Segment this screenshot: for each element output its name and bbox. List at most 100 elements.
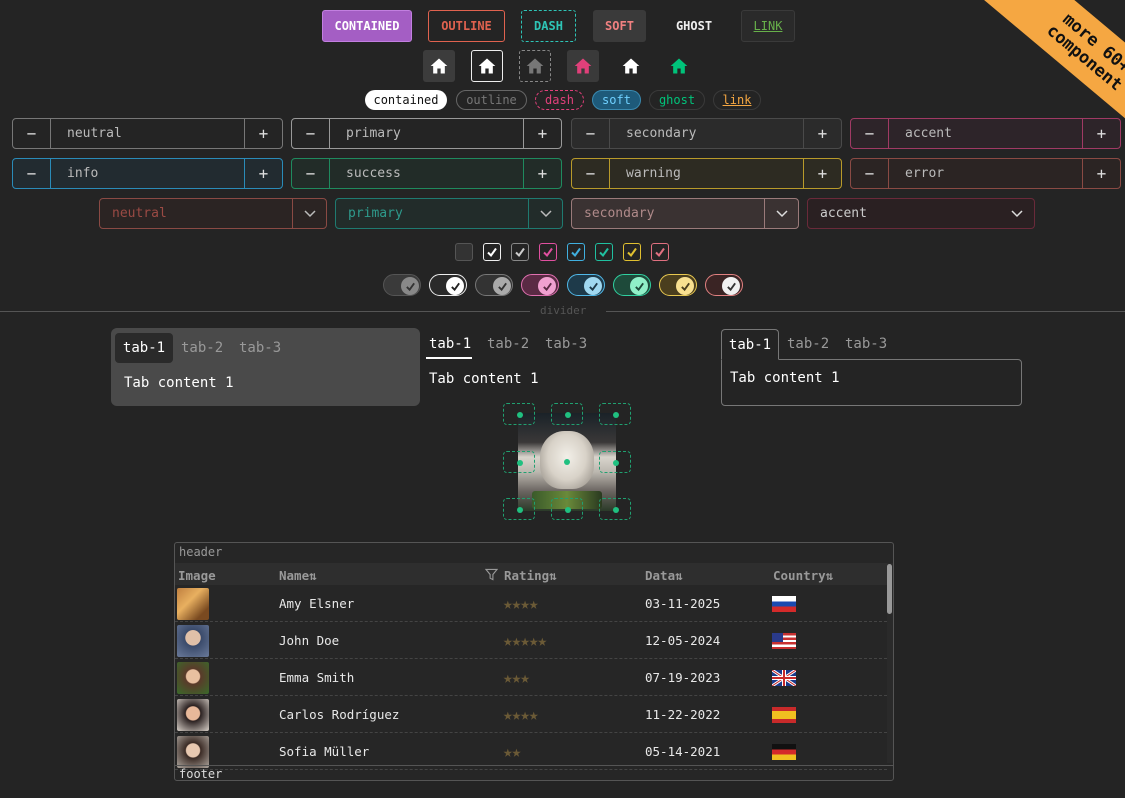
resize-handle-nw[interactable] (503, 403, 535, 425)
decrement-button[interactable]: − (13, 119, 51, 148)
resize-handle-center[interactable] (551, 451, 583, 473)
table-row[interactable]: Carlos Rodríguez ★★★★ 11-22-2022 (175, 696, 887, 733)
home-button-outline[interactable] (471, 50, 503, 82)
toggle-green[interactable] (613, 274, 651, 296)
scrollbar-thumb[interactable] (887, 564, 892, 614)
rating-stars[interactable]: ★★★★ (503, 585, 539, 622)
chip-dash[interactable]: dash (535, 90, 584, 110)
resize-handle-se[interactable] (599, 498, 631, 520)
stepper-info[interactable]: − info + (12, 158, 283, 189)
dash-button[interactable]: DASH (521, 10, 576, 42)
table-row[interactable]: John Doe ★★★★★ 12-05-2024 (175, 622, 887, 659)
decrement-button[interactable]: − (851, 119, 889, 148)
increment-button[interactable]: + (803, 159, 841, 188)
tab-1[interactable]: tab-1 (429, 336, 471, 352)
column-header-data[interactable]: Data⇅ (645, 565, 683, 585)
increment-button[interactable]: + (803, 119, 841, 148)
tab-2[interactable]: tab-2 (487, 336, 529, 352)
checkbox-blue[interactable] (567, 243, 585, 261)
toggle-pink[interactable] (521, 274, 559, 296)
decrement-button[interactable]: − (13, 159, 51, 188)
chip-link[interactable]: link (713, 90, 761, 110)
stepper-accent[interactable]: − accent + (850, 118, 1121, 149)
soft-button[interactable]: SOFT (593, 10, 646, 42)
filter-icon[interactable] (484, 568, 499, 581)
chevron-down-icon[interactable] (1000, 199, 1034, 228)
stepper-secondary[interactable]: − secondary + (571, 118, 842, 149)
tab-1[interactable]: tab-1 (115, 333, 173, 363)
chip-outline[interactable]: outline (456, 90, 527, 110)
column-header-rating[interactable]: Rating⇅ (504, 565, 557, 585)
tab-3[interactable]: tab-3 (239, 340, 281, 356)
checkbox-red[interactable] (651, 243, 669, 261)
chip-ghost[interactable]: ghost (649, 90, 705, 110)
checkbox-yellow[interactable] (623, 243, 641, 261)
tab-2[interactable]: tab-2 (787, 336, 829, 352)
stepper-value[interactable]: secondary (610, 119, 803, 148)
decrement-button[interactable]: − (292, 159, 330, 188)
stepper-error[interactable]: − error + (850, 158, 1121, 189)
resize-handle-w[interactable] (503, 451, 535, 473)
stepper-value[interactable]: accent (889, 119, 1082, 148)
table-row[interactable]: Emma Smith ★★★ 07-19-2023 (175, 659, 887, 696)
select-neutral[interactable]: neutral (99, 198, 327, 229)
stepper-warning[interactable]: − warning + (571, 158, 842, 189)
decrement-button[interactable]: − (292, 119, 330, 148)
stepper-value[interactable]: info (51, 159, 244, 188)
toggle-blue[interactable] (567, 274, 605, 296)
resize-handle-n[interactable] (551, 403, 583, 425)
toggle-yellow[interactable] (659, 274, 697, 296)
select-secondary[interactable]: secondary (571, 198, 799, 229)
resizable-image[interactable] (503, 403, 631, 520)
stepper-neutral[interactable]: − neutral + (12, 118, 283, 149)
increment-button[interactable]: + (523, 159, 561, 188)
contained-button[interactable]: CONTAINED (322, 10, 412, 42)
chip-soft[interactable]: soft (592, 90, 641, 110)
table-scrollbar[interactable] (887, 563, 893, 763)
column-header-image[interactable]: Image (178, 565, 216, 585)
select-accent[interactable]: accent (807, 198, 1035, 229)
chevron-down-icon[interactable] (528, 199, 562, 228)
rating-stars[interactable]: ★★★★★ (503, 622, 547, 659)
chevron-down-icon[interactable] (292, 199, 326, 228)
decrement-button[interactable]: − (572, 159, 610, 188)
stepper-value[interactable]: neutral (51, 119, 244, 148)
column-header-name[interactable]: Name⇅ (279, 565, 317, 585)
toggle-white[interactable] (429, 274, 467, 296)
tab-1[interactable]: tab-1 (721, 329, 779, 360)
link-button[interactable]: LINK (741, 10, 795, 42)
stepper-success[interactable]: − success + (291, 158, 562, 189)
tab-3[interactable]: tab-3 (545, 336, 587, 352)
home-button-contained[interactable] (423, 50, 455, 82)
table-row[interactable]: Amy Elsner ★★★★ 03-11-2025 (175, 585, 887, 622)
home-button-link[interactable] (663, 50, 695, 82)
checkbox-white[interactable] (483, 243, 501, 261)
column-header-country[interactable]: Country⇅ (773, 565, 833, 585)
outline-button[interactable]: OUTLINE (428, 10, 505, 42)
toggle-neutral[interactable] (383, 274, 421, 296)
home-button-dash[interactable] (519, 50, 551, 82)
resize-handle-ne[interactable] (599, 403, 631, 425)
home-button-soft[interactable] (567, 50, 599, 82)
rating-stars[interactable]: ★★★ (503, 659, 530, 696)
increment-button[interactable]: + (1082, 159, 1120, 188)
toggle-red[interactable] (705, 274, 743, 296)
decrement-button[interactable]: − (851, 159, 889, 188)
checkbox-gray[interactable] (511, 243, 529, 261)
chip-contained[interactable]: contained (365, 90, 447, 110)
stepper-value[interactable]: primary (330, 119, 523, 148)
tab-2[interactable]: tab-2 (181, 340, 223, 356)
tab-3[interactable]: tab-3 (845, 336, 887, 352)
increment-button[interactable]: + (244, 119, 282, 148)
increment-button[interactable]: + (523, 119, 561, 148)
select-primary[interactable]: primary (335, 198, 563, 229)
resize-handle-sw[interactable] (503, 498, 535, 520)
rating-stars[interactable]: ★★★★ (503, 696, 539, 733)
increment-button[interactable]: + (1082, 119, 1120, 148)
stepper-value[interactable]: success (330, 159, 523, 188)
increment-button[interactable]: + (244, 159, 282, 188)
home-button-ghost[interactable] (615, 50, 647, 82)
checkbox-teal[interactable] (595, 243, 613, 261)
decrement-button[interactable]: − (572, 119, 610, 148)
resize-handle-e[interactable] (599, 451, 631, 473)
